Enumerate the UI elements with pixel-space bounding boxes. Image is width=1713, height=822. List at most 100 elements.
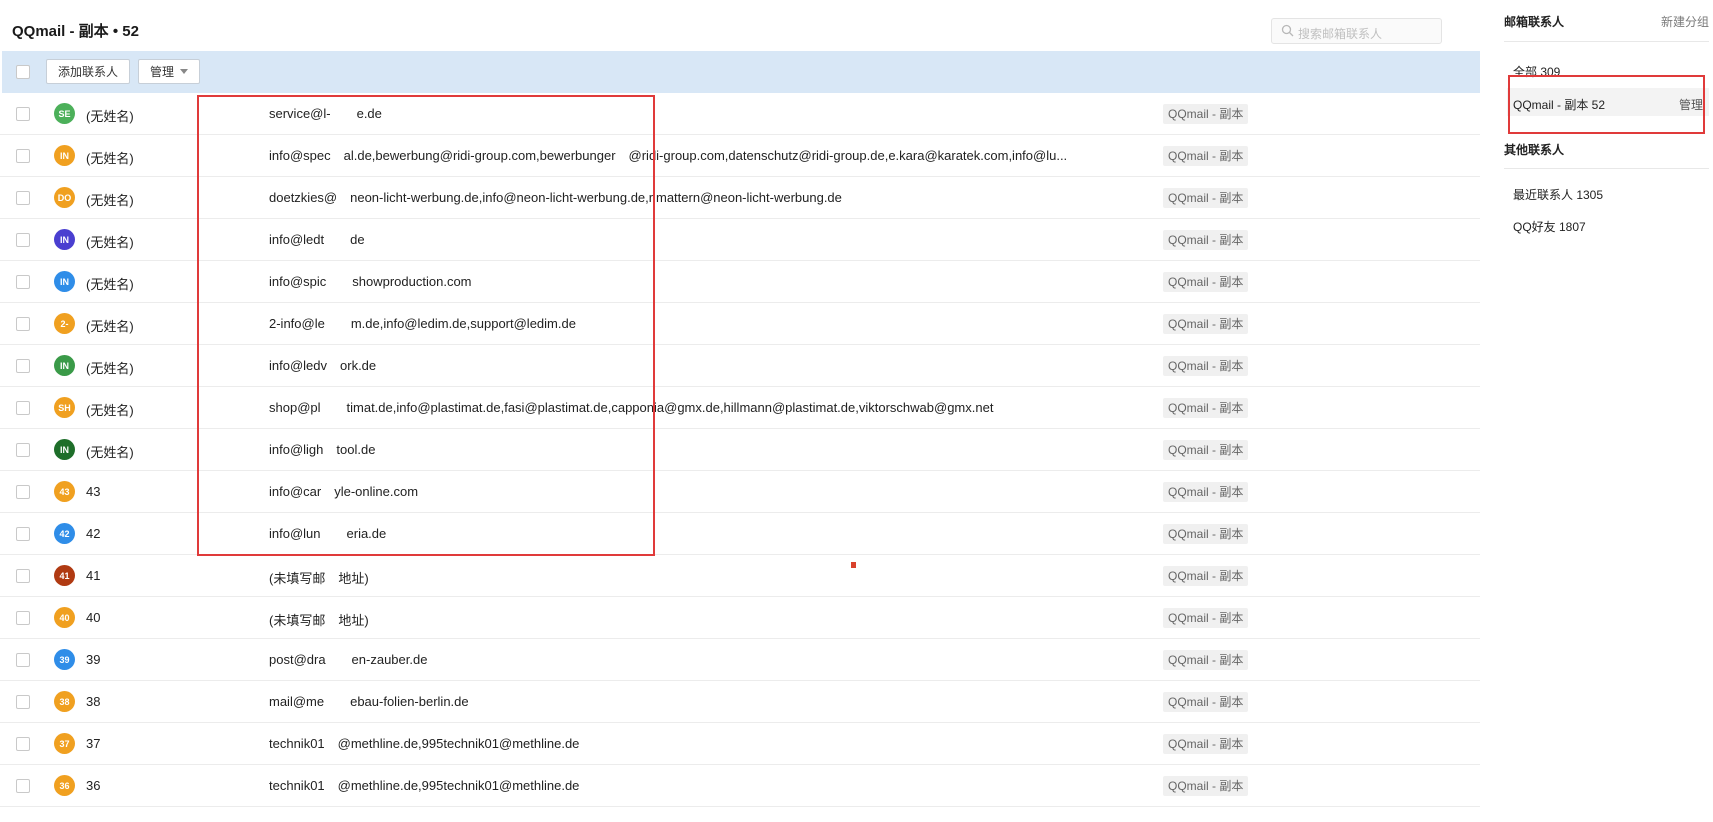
search-placeholder: 搜索邮箱联系人 xyxy=(1298,27,1383,41)
group-tag: QQmail - 副本 xyxy=(1163,146,1249,166)
avatar: IN xyxy=(54,145,75,166)
contact-name[interactable]: 37 xyxy=(86,736,100,751)
avatar: IN xyxy=(54,355,75,376)
sidebar-title: 邮箱联系人 xyxy=(1504,15,1565,29)
group-tag: QQmail - 副本 xyxy=(1163,734,1249,754)
sidebar-item-recent[interactable]: 最近联系人 1305 xyxy=(1513,186,1603,203)
contact-name[interactable]: 40 xyxy=(86,610,100,625)
row-checkbox[interactable] xyxy=(16,695,30,709)
row-checkbox[interactable] xyxy=(16,485,30,499)
avatar: 37 xyxy=(54,733,75,754)
contact-name[interactable]: 38 xyxy=(86,694,100,709)
caret-down-icon xyxy=(180,69,189,74)
contact-name[interactable]: 36 xyxy=(86,778,100,793)
avatar: 40 xyxy=(54,607,75,628)
row-checkbox[interactable] xyxy=(16,233,30,247)
contact-name[interactable]: 42 xyxy=(86,526,100,541)
table-row[interactable]: 37 37 technik01 @methline.de,995technik01@… xyxy=(0,723,1480,765)
contact-name[interactable]: (无姓名) xyxy=(86,232,134,251)
page-title: QQmail - 副本 • 52 xyxy=(12,23,139,40)
group-tag: QQmail - 副本 xyxy=(1163,230,1249,250)
group-tag: QQmail - 副本 xyxy=(1163,524,1249,544)
contact-email[interactable]: technik01 @methline.de,995technik01@meth… xyxy=(269,778,1149,793)
avatar: 43 xyxy=(54,481,75,502)
group-tag: QQmail - 副本 xyxy=(1163,188,1249,208)
avatar: SH xyxy=(54,397,75,418)
contact-name[interactable]: 39 xyxy=(86,652,100,667)
avatar: 41 xyxy=(54,565,75,586)
group-tag: QQmail - 副本 xyxy=(1163,398,1249,418)
group-tag: QQmail - 副本 xyxy=(1163,692,1249,712)
contact-name[interactable]: 41 xyxy=(86,568,100,583)
add-contact-label: 添加联系人 xyxy=(58,65,119,79)
row-checkbox[interactable] xyxy=(16,779,30,793)
contact-name[interactable]: (无姓名) xyxy=(86,190,134,209)
avatar: IN xyxy=(54,271,75,292)
highlight-box xyxy=(197,95,655,556)
contact-name[interactable]: (无姓名) xyxy=(86,316,134,335)
new-group-link[interactable]: 新建分组 xyxy=(1661,13,1709,30)
avatar: IN xyxy=(54,439,75,460)
contact-name[interactable]: (无姓名) xyxy=(86,148,134,167)
row-checkbox[interactable] xyxy=(16,191,30,205)
row-checkbox[interactable] xyxy=(16,317,30,331)
group-tag: QQmail - 副本 xyxy=(1163,776,1249,796)
table-row[interactable]: 40 40 (未填写邮 地址) QQmail - 副本 xyxy=(0,597,1480,639)
table-row[interactable]: 36 36 technik01 @methline.de,995technik01@… xyxy=(0,765,1480,807)
avatar: 36 xyxy=(54,775,75,796)
group-tag: QQmail - 副本 xyxy=(1163,314,1249,334)
search-input[interactable]: 搜索邮箱联系人 xyxy=(1271,18,1442,44)
highlight-box xyxy=(1508,75,1705,134)
row-checkbox[interactable] xyxy=(16,737,30,751)
contact-name[interactable]: (无姓名) xyxy=(86,106,134,125)
sidebar-item-qq-friends[interactable]: QQ好友 1807 xyxy=(1513,218,1586,235)
avatar: SE xyxy=(54,103,75,124)
table-row[interactable]: 41 41 (未填写邮 地址) QQmail - 副本 xyxy=(0,555,1480,597)
search-icon xyxy=(1281,24,1294,37)
contact-email[interactable]: post@dra en-zauber.de xyxy=(269,652,1149,667)
group-tag: QQmail - 副本 xyxy=(1163,356,1249,376)
toolbar: 添加联系人 管理 xyxy=(2,51,1480,93)
contact-name[interactable]: 43 xyxy=(86,484,100,499)
divider xyxy=(1504,168,1709,169)
manage-dropdown[interactable]: 管理 xyxy=(138,59,201,84)
table-row[interactable]: 38 38 mail@me ebau-folien-berlin.de QQmail … xyxy=(0,681,1480,723)
manage-label: 管理 xyxy=(150,65,175,79)
group-tag: QQmail - 副本 xyxy=(1163,650,1249,670)
row-checkbox[interactable] xyxy=(16,107,30,121)
contact-name[interactable]: (无姓名) xyxy=(86,400,134,419)
group-tag: QQmail - 副本 xyxy=(1163,608,1249,628)
avatar: DO xyxy=(54,187,75,208)
add-contact-button[interactable]: 添加联系人 xyxy=(46,59,131,84)
row-checkbox[interactable] xyxy=(16,443,30,457)
contact-email[interactable]: (未填写邮 地址) xyxy=(269,568,1149,587)
avatar: 42 xyxy=(54,523,75,544)
avatar: IN xyxy=(54,229,75,250)
table-row[interactable]: 39 39 post@dra en-zauber.de QQmail - 副本 xyxy=(0,639,1480,681)
divider xyxy=(1504,41,1709,42)
contact-name[interactable]: (无姓名) xyxy=(86,274,134,293)
group-tag: QQmail - 副本 xyxy=(1163,482,1249,502)
contact-name[interactable]: (无姓名) xyxy=(86,358,134,377)
contact-email[interactable]: mail@me ebau-folien-berlin.de xyxy=(269,694,1149,709)
group-tag: QQmail - 副本 xyxy=(1163,104,1249,124)
other-contacts-title: 其他联系人 xyxy=(1504,143,1565,157)
contact-email[interactable]: (未填写邮 地址) xyxy=(269,610,1149,629)
row-checkbox[interactable] xyxy=(16,149,30,163)
select-all-checkbox[interactable] xyxy=(16,65,30,79)
row-checkbox[interactable] xyxy=(16,569,30,583)
avatar: 2- xyxy=(54,313,75,334)
row-checkbox[interactable] xyxy=(16,653,30,667)
group-tag: QQmail - 副本 xyxy=(1163,272,1249,292)
group-tag: QQmail - 副本 xyxy=(1163,440,1249,460)
group-tag: QQmail - 副本 xyxy=(1163,566,1249,586)
avatar: 39 xyxy=(54,649,75,670)
contact-email[interactable]: technik01 @methline.de,995technik01@meth… xyxy=(269,736,1149,751)
row-checkbox[interactable] xyxy=(16,527,30,541)
avatar: 38 xyxy=(54,691,75,712)
row-checkbox[interactable] xyxy=(16,275,30,289)
contact-name[interactable]: (无姓名) xyxy=(86,442,134,461)
row-checkbox[interactable] xyxy=(16,611,30,625)
row-checkbox[interactable] xyxy=(16,359,30,373)
row-checkbox[interactable] xyxy=(16,401,30,415)
